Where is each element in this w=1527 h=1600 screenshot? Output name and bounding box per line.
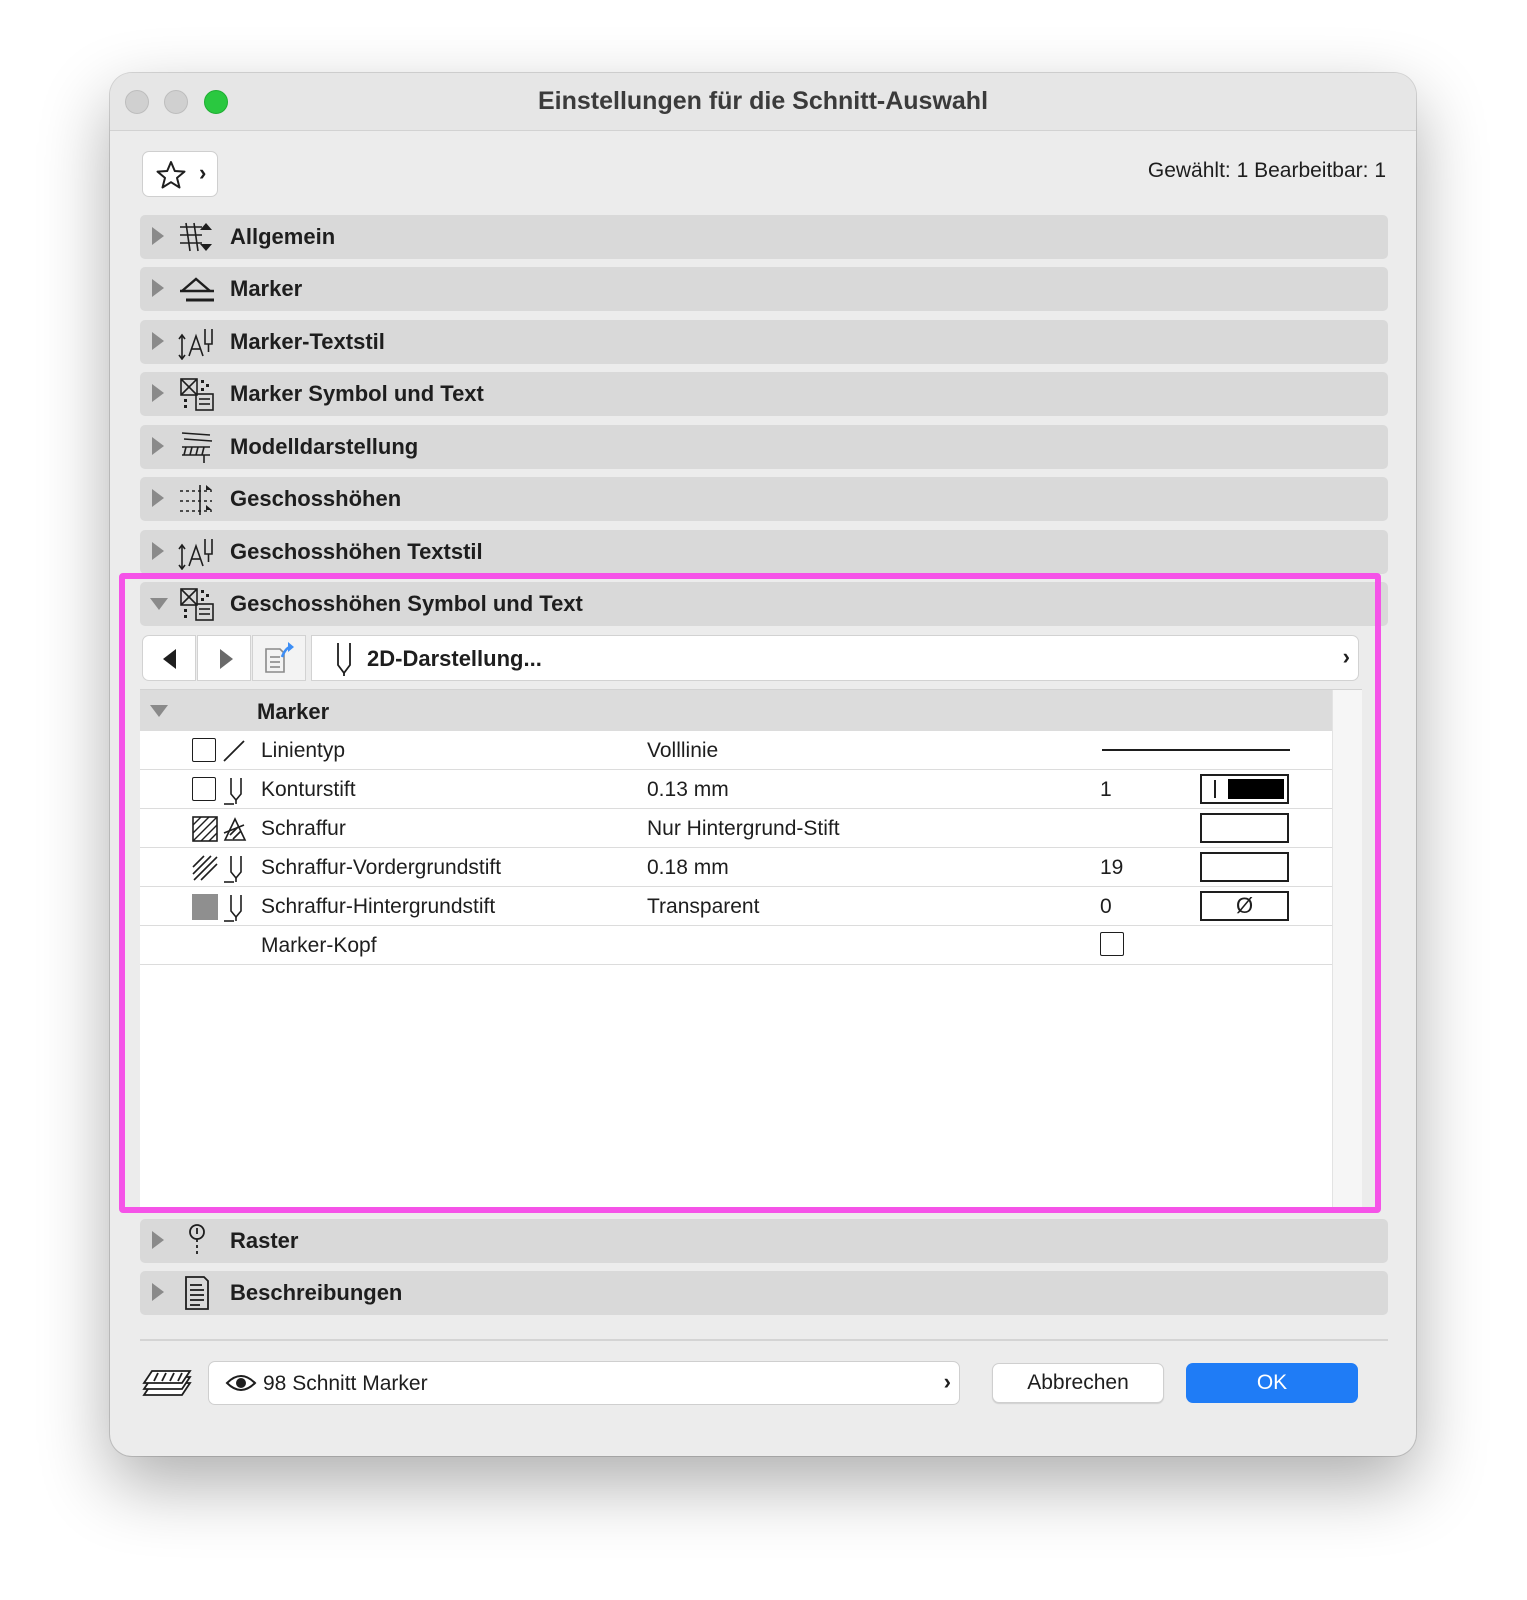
selection-info: Gewählt: 1 Bearbeitbar: 1 xyxy=(1147,159,1386,182)
layers-icon xyxy=(142,1370,192,1396)
text-style-icon xyxy=(178,539,213,570)
text-style-icon xyxy=(178,329,213,360)
symbol-text-icon xyxy=(180,378,214,411)
section-geschosshoehen[interactable]: Geschosshöhen xyxy=(140,477,1388,521)
disclosure-triangle-icon xyxy=(152,1231,164,1249)
marker-icon xyxy=(180,277,214,302)
section-label: Modelldarstellung xyxy=(230,434,419,459)
section-label: Marker xyxy=(230,276,303,301)
title-bar: Einstellungen für die Schnitt-Auswahl xyxy=(110,73,1416,131)
grid-icon xyxy=(189,1224,205,1257)
disclosure-triangle-icon xyxy=(152,279,164,297)
disclosure-triangle-icon xyxy=(152,542,164,560)
section-label: Geschosshöhen Textstil xyxy=(230,539,483,564)
section-geschosshoehen-textstil[interactable]: Geschosshöhen Textstil xyxy=(140,530,1388,574)
favorites-button[interactable]: › xyxy=(142,151,218,197)
story-levels-icon xyxy=(180,485,212,515)
disclosure-triangle-icon xyxy=(152,227,164,245)
highlight-annotation xyxy=(119,573,1381,1213)
section-label: Beschreibungen xyxy=(230,1280,403,1305)
disclosure-triangle-icon xyxy=(152,489,164,507)
section-marker[interactable]: Marker xyxy=(140,267,1388,311)
footer-divider xyxy=(140,1339,1388,1341)
section-label: Marker Symbol und Text xyxy=(230,381,484,406)
disclosure-triangle-icon xyxy=(152,1283,164,1301)
layer-name: 98 Schnitt Marker xyxy=(263,1372,428,1395)
ok-button[interactable]: OK xyxy=(1186,1363,1358,1403)
chevron-right-icon: › xyxy=(943,1369,951,1394)
model-display-icon xyxy=(181,432,213,463)
general-settings-icon xyxy=(180,222,212,252)
window-title: Einstellungen für die Schnitt-Auswahl xyxy=(537,87,989,115)
section-label: Marker-Textstil xyxy=(230,329,385,354)
section-label: Allgemein xyxy=(230,224,336,249)
section-allgemein[interactable]: Allgemein xyxy=(140,215,1388,259)
section-marker-symbol-und-text[interactable]: Marker Symbol und Text xyxy=(140,372,1388,416)
settings-dialog: Einstellungen für die Schnitt-Auswahl › … xyxy=(110,73,1416,1456)
star-icon xyxy=(156,161,186,189)
section-label: Raster xyxy=(230,1228,299,1253)
disclosure-triangle-icon xyxy=(152,437,164,455)
cancel-button[interactable]: Abbrechen xyxy=(992,1363,1164,1403)
section-marker-textstil[interactable]: Marker-Textstil xyxy=(140,320,1388,364)
disclosure-triangle-icon xyxy=(152,332,164,350)
eye-icon xyxy=(225,1375,257,1391)
descriptions-icon xyxy=(185,1276,209,1310)
section-beschreibungen[interactable]: Beschreibungen xyxy=(140,1271,1388,1315)
section-raster[interactable]: Raster xyxy=(140,1219,1388,1263)
chevron-right-icon: › xyxy=(199,160,207,185)
section-modelldarstellung[interactable]: Modelldarstellung xyxy=(140,425,1388,469)
section-label: Geschosshöhen xyxy=(230,486,402,511)
layer-selector[interactable]: 98 Schnitt Marker › xyxy=(208,1361,960,1405)
disclosure-triangle-icon xyxy=(152,384,164,402)
